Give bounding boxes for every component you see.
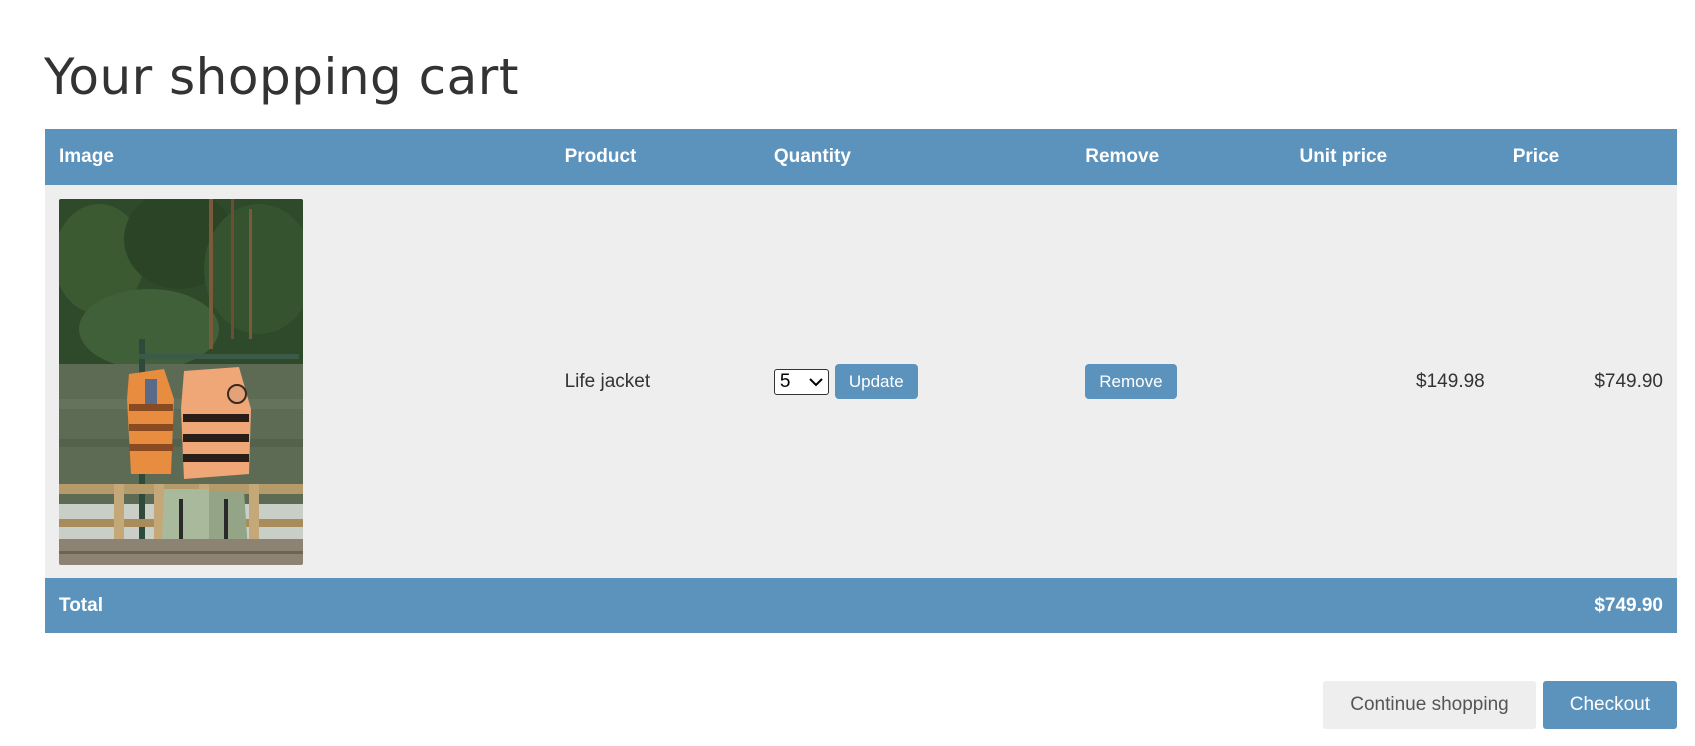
cell-price: $749.90	[1594, 370, 1663, 392]
total-value: $749.90	[1594, 594, 1663, 616]
header-price: Price	[1512, 146, 1560, 167]
cart-page: Your shopping cart Image Product Quantit…	[0, 0, 1695, 746]
chevron-down-icon	[809, 377, 823, 386]
cart-table: Image Product Quantity Remove Unit price…	[45, 129, 1677, 633]
total-label: Total	[59, 594, 103, 616]
cell-product: Life jacket	[564, 370, 651, 392]
header-image: Image	[59, 146, 114, 167]
checkout-button[interactable]: Checkout	[1542, 681, 1677, 729]
table-header-row: Image Product Quantity Remove Unit price…	[45, 129, 1677, 185]
continue-shopping-button[interactable]: Continue shopping	[1323, 681, 1536, 729]
cell-unit-price: $149.98	[1416, 370, 1485, 392]
cart-actions: Continue shopping Checkout	[1323, 681, 1677, 729]
cell-quantity: 5 Update	[760, 185, 1071, 578]
total-row: Total $749.90	[45, 578, 1677, 633]
life-jacket-photo[interactable]	[59, 198, 303, 565]
header-quantity: Quantity	[773, 146, 851, 167]
page-title: Your shopping cart	[44, 48, 519, 106]
cell-image	[45, 185, 551, 578]
header-product: Product	[564, 146, 637, 167]
quantity-select[interactable]: 5	[773, 368, 829, 395]
update-button[interactable]: Update	[834, 364, 918, 399]
header-remove: Remove	[1085, 146, 1160, 167]
header-unit-price: Unit price	[1299, 146, 1388, 167]
table-row: Life jacket 5 Update Remove $149.98 $749…	[45, 185, 1677, 578]
quantity-value: 5	[779, 370, 791, 392]
remove-button[interactable]: Remove	[1085, 364, 1177, 399]
cell-remove: Remove	[1071, 185, 1285, 578]
